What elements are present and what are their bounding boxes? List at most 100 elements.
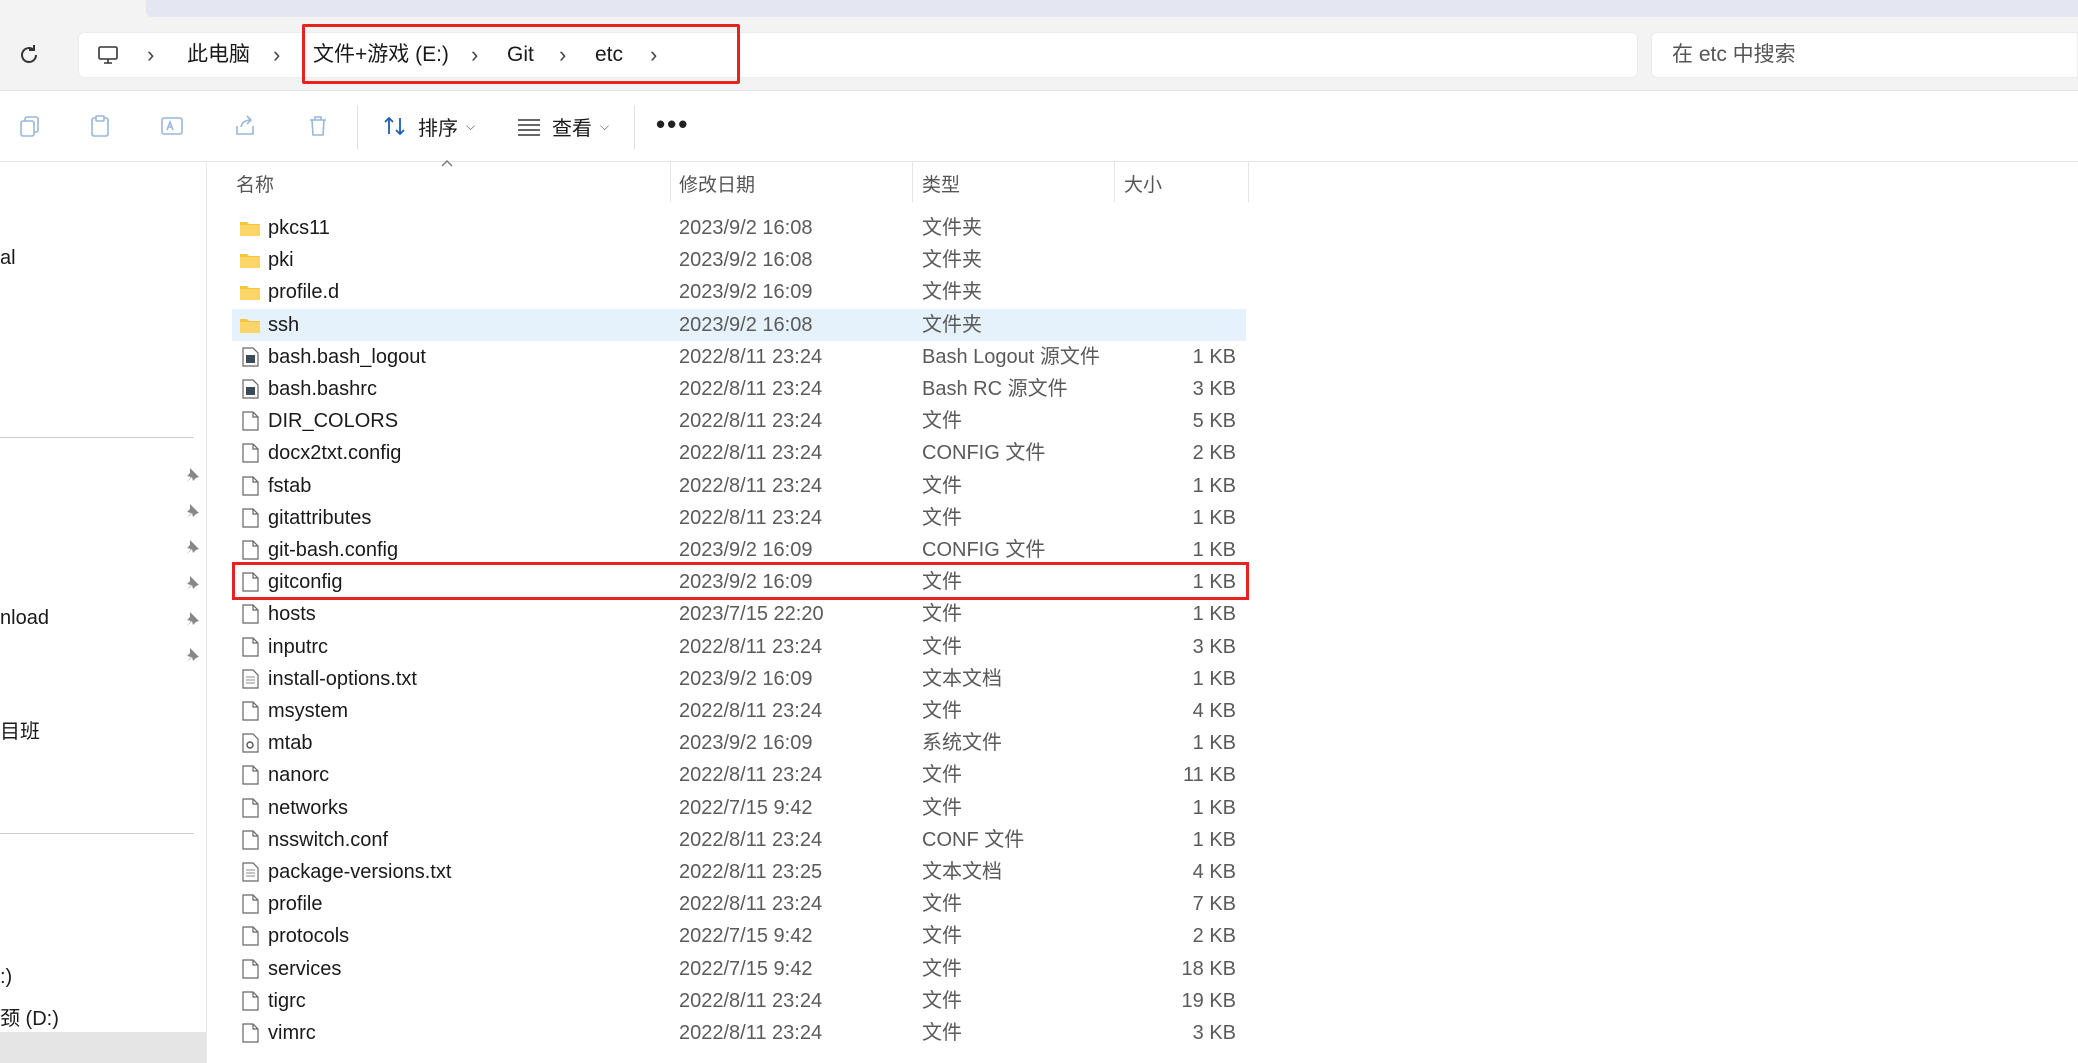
breadcrumb-this-pc[interactable]: 此电脑: [187, 33, 250, 77]
file-row[interactable]: nanorc 2022/8/11 23:24 文件 11 KB: [232, 759, 1246, 791]
file-type: CONF 文件: [922, 828, 1025, 851]
file-name: profile.d: [268, 281, 340, 304]
file-size: 2 KB: [1192, 442, 1236, 465]
nav-selected-item[interactable]: [0, 1032, 206, 1063]
file-date: 2022/7/15 9:42: [679, 957, 813, 980]
column-divider[interactable]: [912, 162, 913, 202]
pin-icon: [187, 648, 199, 662]
file-name: gitattributes: [268, 506, 372, 529]
file-row[interactable]: DIR_COLORS 2022/8/11 23:24 文件 5 KB: [232, 405, 1246, 437]
share-icon[interactable]: [233, 114, 257, 138]
folder-icon: [240, 222, 260, 236]
file-row[interactable]: profile 2022/8/11 23:24 文件 7 KB: [232, 888, 1246, 920]
command-bar: 排序 ⌵ 查看 ⌵ •••: [0, 91, 2078, 162]
file-name: vimrc: [268, 1022, 316, 1044]
file-type: 文件: [922, 506, 962, 529]
nav-item-drive-d[interactable]: 颈 (D:): [0, 1002, 59, 1031]
file-date: 2022/8/11 23:24: [679, 345, 823, 368]
view-button[interactable]: 查看 ⌵: [516, 105, 609, 147]
column-header-name[interactable]: 名称: [236, 170, 274, 197]
file-name: bash.bash_logout: [268, 345, 426, 368]
rename-icon[interactable]: [160, 114, 184, 138]
file-date: 2022/8/11 23:24: [679, 893, 823, 916]
file-row[interactable]: install-options.txt 2023/9/2 16:09 文本文档 1 K…: [232, 663, 1246, 695]
column-header-type[interactable]: 类型: [922, 170, 960, 197]
copy-icon[interactable]: [18, 114, 42, 138]
file-type: 文本文档: [922, 861, 1002, 883]
file-date: 2023/7/15 22:20: [679, 603, 824, 626]
file-type: 文件: [922, 957, 962, 980]
file-row[interactable]: mtab 2023/9/2 16:09 系统文件 1 KB: [232, 727, 1246, 759]
file-icon: [242, 604, 259, 624]
nav-item[interactable]: 目班: [0, 715, 40, 744]
file-name: mtab: [268, 732, 313, 755]
file-icon: [242, 830, 259, 850]
column-divider[interactable]: [670, 162, 671, 202]
file-row[interactable]: package-versions.txt 2022/8/11 23:25 文本文档 4…: [232, 856, 1246, 888]
file-date: 2022/8/11 23:24: [679, 506, 823, 529]
file-date: 2023/9/2 16:08: [679, 217, 813, 239]
file-icon: [242, 540, 259, 560]
file-row[interactable]: docx2txt.config 2022/8/11 23:24 CONFIG 文件 2…: [232, 437, 1246, 469]
file-row[interactable]: services 2022/7/15 9:42 文件 18 KB: [232, 953, 1246, 985]
file-icon: [242, 991, 259, 1011]
pin-icon: [187, 504, 199, 518]
file-row[interactable]: tigrc 2022/8/11 23:24 文件 19 KB: [232, 985, 1246, 1017]
chevron-down-icon: ⌵: [600, 118, 610, 133]
nav-item[interactable]: al: [0, 247, 16, 270]
file-size: 1 KB: [1192, 474, 1236, 497]
column-header-size[interactable]: 大小: [1124, 170, 1162, 197]
file-row[interactable]: networks 2022/7/15 9:42 文件 1 KB: [232, 792, 1246, 824]
column-divider[interactable]: [1248, 162, 1249, 202]
nav-item-download[interactable]: nload: [0, 607, 49, 630]
file-row[interactable]: protocols 2022/7/15 9:42 文件 2 KB: [232, 920, 1246, 952]
file-name: bash.bashrc: [268, 378, 377, 400]
more-options-icon[interactable]: •••: [656, 109, 689, 140]
file-name: pki: [268, 249, 294, 272]
file-row[interactable]: fstab 2022/8/11 23:24 文件 1 KB: [232, 470, 1246, 502]
file-row[interactable]: bash.bash_logout 2022/8/11 23:24 Bash Logo…: [232, 341, 1246, 373]
file-name: protocols: [268, 925, 350, 948]
file-icon: [242, 701, 259, 721]
system-file-icon: [242, 733, 259, 753]
file-row[interactable]: bash.bashrc 2022/8/11 23:24 Bash RC 源文件 3 K…: [232, 373, 1246, 405]
nav-item-drive[interactable]: :): [0, 966, 12, 989]
folder-icon: [240, 286, 260, 301]
file-type: 文件夹: [922, 217, 982, 239]
file-row[interactable]: pki 2023/9/2 16:08 文件夹: [232, 244, 1246, 276]
file-type: Bash Logout 源文件: [922, 345, 1100, 368]
chevron-right-icon[interactable]: ›: [273, 33, 280, 77]
file-type: 文件: [922, 893, 962, 916]
file-row[interactable]: gitattributes 2022/8/11 23:24 文件 1 KB: [232, 502, 1246, 534]
file-name: nanorc: [268, 764, 330, 787]
pin-icon: [187, 576, 199, 590]
nav-divider: [0, 833, 194, 834]
script-file-icon: [242, 347, 259, 367]
file-row[interactable]: profile.d 2023/9/2 16:09 文件夹: [232, 276, 1246, 308]
file-row[interactable]: nsswitch.conf 2022/8/11 23:24 CONF 文件 1 KB: [232, 824, 1246, 856]
file-date: 2022/8/11 23:24: [679, 474, 823, 497]
view-label: 查看: [552, 117, 592, 140]
delete-icon[interactable]: [306, 114, 330, 138]
file-row[interactable]: hosts 2023/7/15 22:20 文件 1 KB: [232, 598, 1246, 630]
file-date: 2022/8/11 23:24: [679, 700, 823, 722]
paste-icon[interactable]: [88, 114, 112, 138]
file-icon: [242, 958, 259, 979]
pin-icon: [187, 612, 199, 626]
search-box[interactable]: 在 etc 中搜索: [1651, 32, 2078, 78]
column-divider[interactable]: [1114, 162, 1115, 202]
file-row[interactable]: msystem 2022/8/11 23:24 文件 4 KB: [232, 695, 1246, 727]
file-size: 1 KB: [1192, 603, 1236, 626]
file-row[interactable]: inputrc 2022/8/11 23:24 文件 3 KB: [232, 631, 1246, 663]
file-size: 1 KB: [1192, 828, 1236, 851]
column-header-date[interactable]: 修改日期: [679, 170, 755, 197]
this-pc-icon[interactable]: [97, 44, 119, 66]
file-row[interactable]: pkcs11 2023/9/2 16:08 文件夹: [232, 212, 1246, 244]
file-row[interactable]: ssh 2023/9/2 16:08 文件夹: [232, 308, 1246, 341]
sort-button[interactable]: 排序 ⌵: [382, 105, 475, 147]
refresh-icon[interactable]: [16, 42, 42, 68]
file-row[interactable]: vimrc 2022/8/11 23:24 文件 3 KB: [232, 1017, 1246, 1049]
search-placeholder[interactable]: 在 etc 中搜索: [1672, 33, 1796, 77]
file-type: 文件: [922, 925, 962, 948]
chevron-right-icon[interactable]: ›: [147, 33, 154, 77]
